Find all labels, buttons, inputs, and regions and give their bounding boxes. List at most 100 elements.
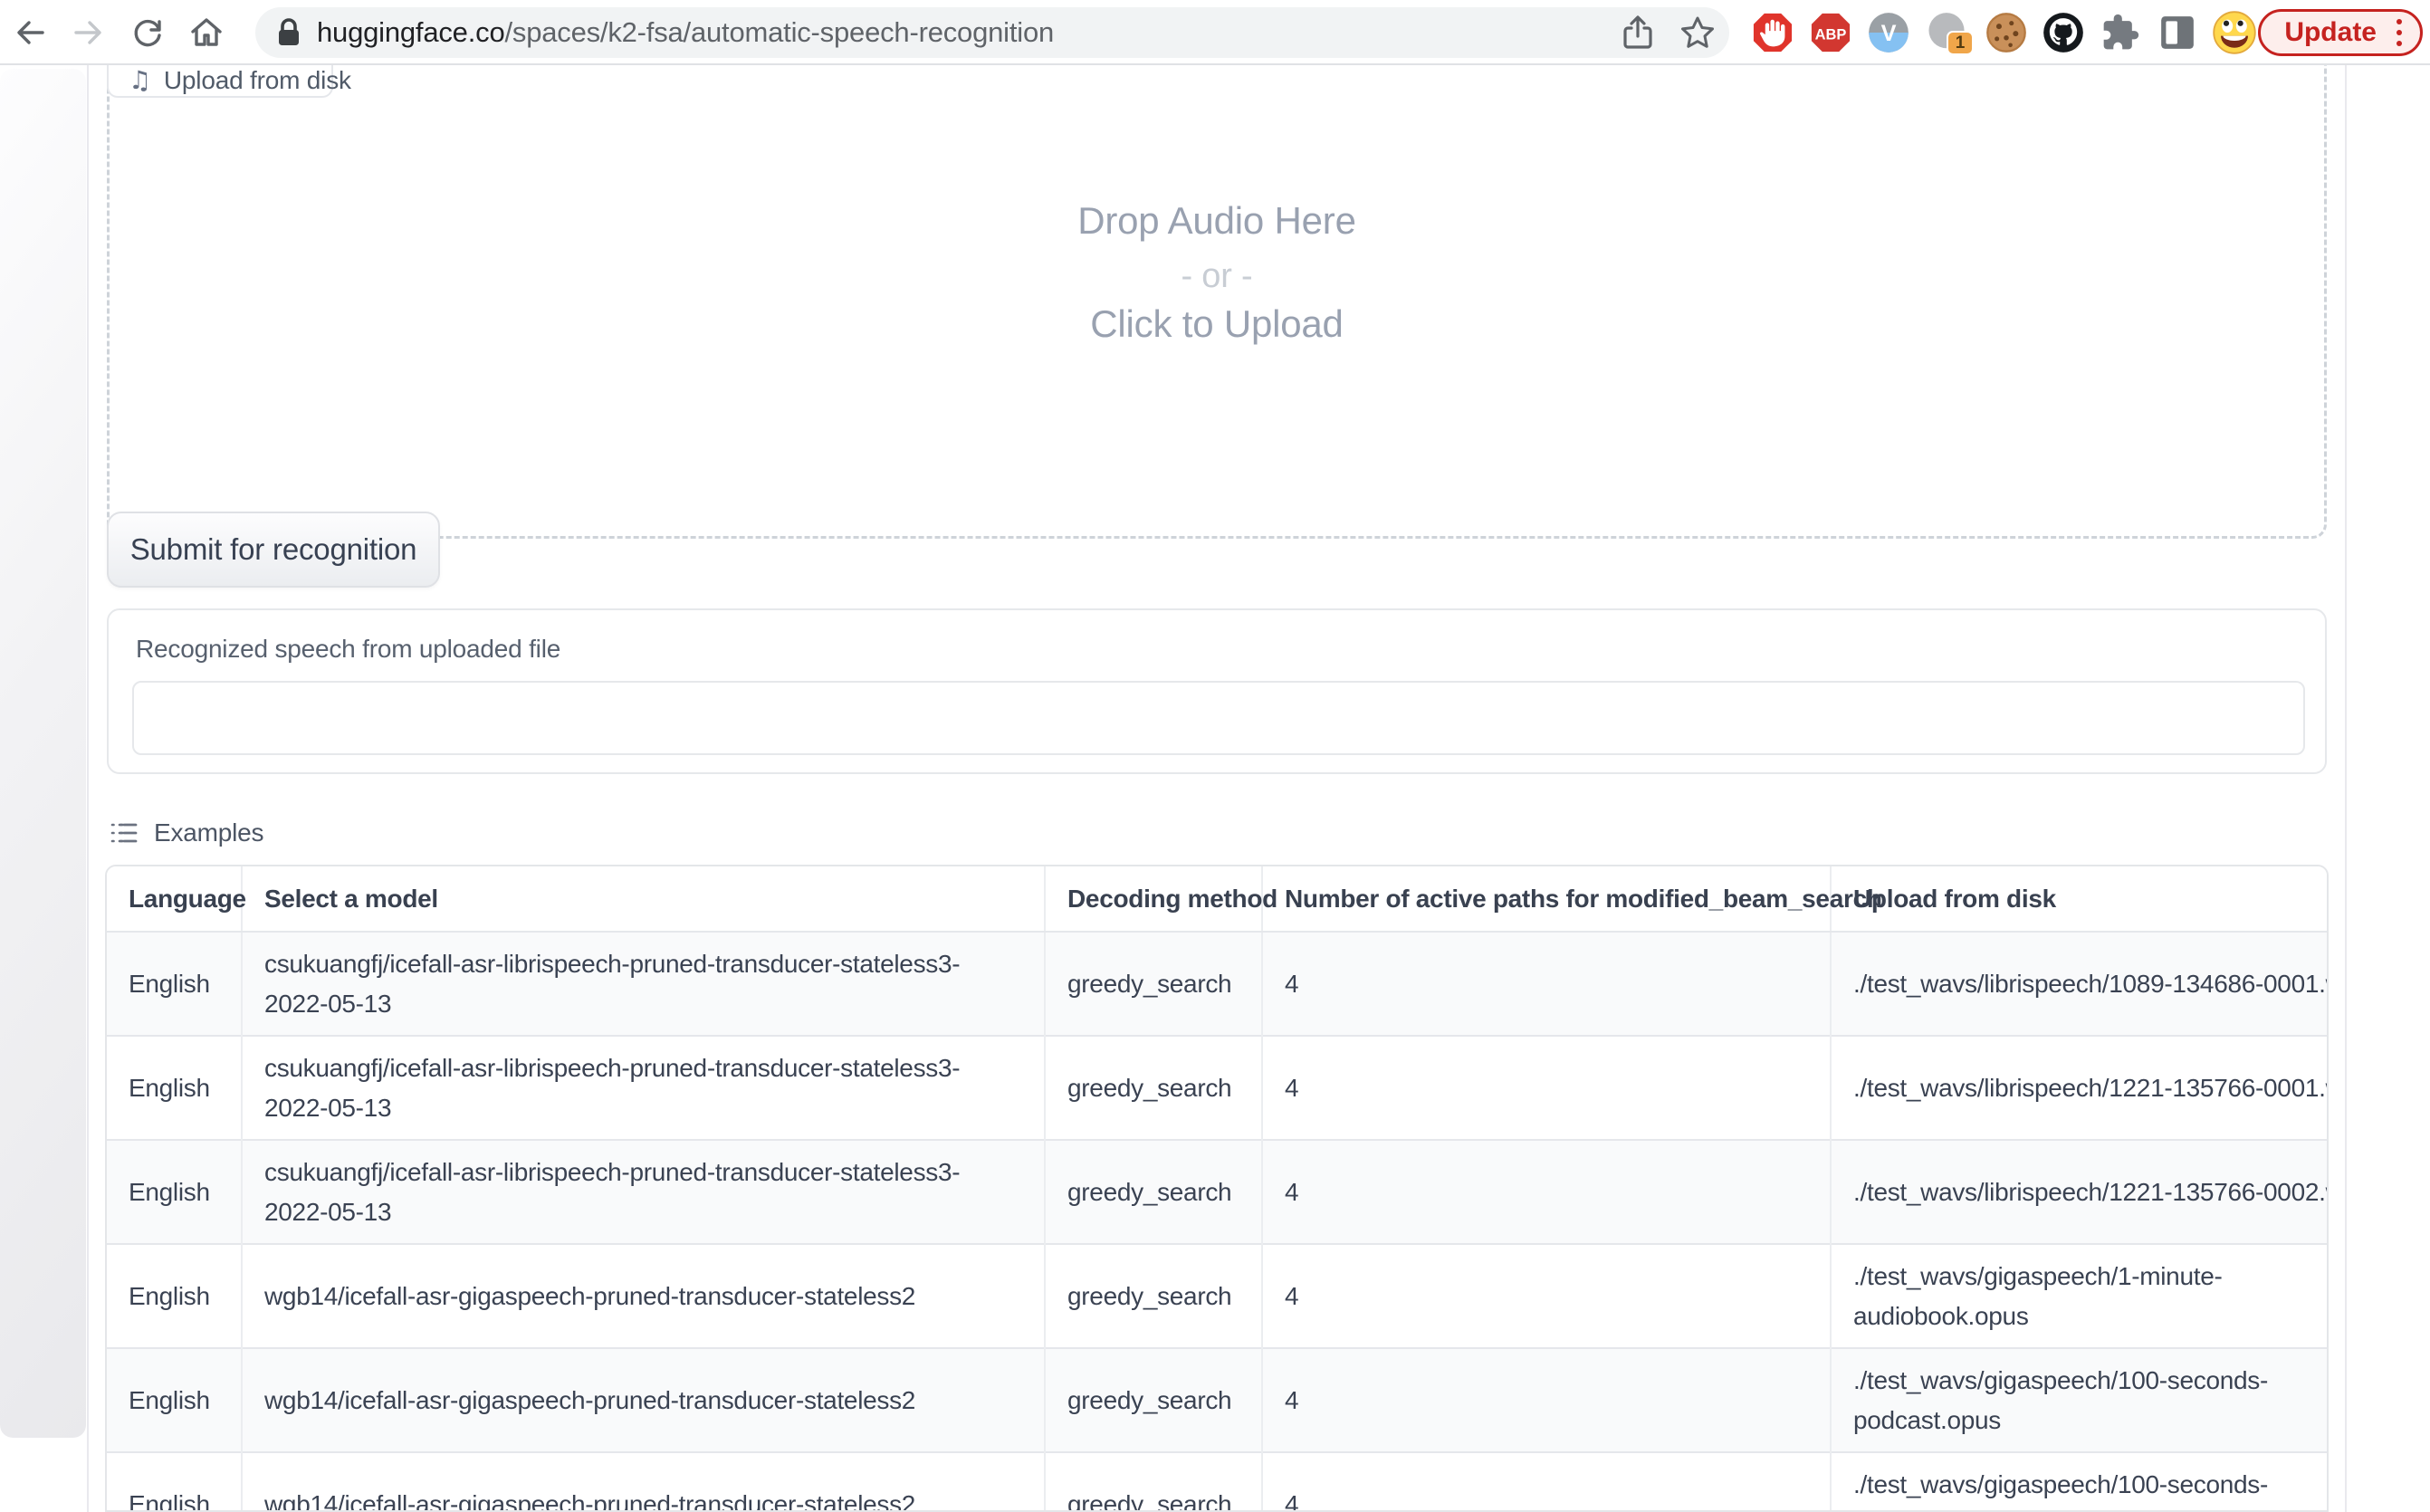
- cell-decoding: greedy_search: [1045, 1348, 1262, 1452]
- example-row[interactable]: English csukuangfj/icefall-asr-librispee…: [107, 1140, 2329, 1244]
- v-label: V: [1881, 21, 1897, 46]
- cell-paths: 4: [1262, 1348, 1831, 1452]
- v-extension-icon: V: [1868, 12, 1909, 53]
- gray-extension-button[interactable]: 1: [1925, 11, 1968, 54]
- click-to-upload-text[interactable]: Click to Upload: [107, 302, 2327, 346]
- cell-file: ./test_wavs/gigaspeech/100-seconds-podca…: [1831, 1348, 2329, 1452]
- url-path: /spaces/k2-fsa/automatic-speech-recognit…: [504, 16, 1054, 48]
- cell-decoding: greedy_search: [1045, 1036, 1262, 1140]
- examples-label: Examples: [154, 818, 263, 847]
- share-icon: [1621, 14, 1655, 51]
- cell-model: wgb14/icefall-asr-gigaspeech-pruned-tran…: [242, 1244, 1045, 1348]
- browser-menu-icon[interactable]: [2393, 15, 2406, 50]
- extensions-menu-button[interactable]: [2099, 11, 2142, 54]
- example-row[interactable]: English wgb14/icefall-asr-gigaspeech-pru…: [107, 1244, 2329, 1348]
- col-upload-from-disk: Upload from disk: [1831, 866, 2329, 932]
- cell-file: ./test_wavs/librispeech/1089-134686-0001…: [1831, 932, 2329, 1036]
- recognized-speech-textbox[interactable]: [132, 681, 2305, 755]
- examples-header: Examples: [110, 818, 263, 847]
- cell-language: English: [107, 1140, 242, 1244]
- abp-label: ABP: [1815, 27, 1847, 43]
- adblock-extension-button[interactable]: [1751, 11, 1794, 54]
- abp-extension-button[interactable]: ABP: [1809, 11, 1852, 54]
- v-extension-button[interactable]: V: [1867, 11, 1910, 54]
- cell-file: ./test_wavs/librispeech/1221-135766-0002…: [1831, 1140, 2329, 1244]
- cell-language: English: [107, 1348, 242, 1452]
- music-note-icon: ♫: [129, 68, 151, 93]
- cell-decoding: greedy_search: [1045, 1140, 1262, 1244]
- bookmark-button[interactable]: [1679, 14, 1717, 51]
- col-active-paths: Number of active paths for modified_beam…: [1262, 866, 1831, 932]
- browser-window: huggingface.co/spaces/k2-fsa/automatic-s…: [0, 0, 2430, 1512]
- github-extension-button[interactable]: [2042, 11, 2085, 54]
- back-icon: [12, 14, 48, 51]
- share-button[interactable]: [1621, 14, 1655, 51]
- cell-model: wgb14/icefall-asr-gigaspeech-pruned-tran…: [242, 1452, 1045, 1512]
- left-gutter: [0, 69, 86, 1438]
- example-row[interactable]: English wgb14/icefall-asr-gigaspeech-pru…: [107, 1348, 2329, 1452]
- cell-paths: 4: [1262, 1036, 1831, 1140]
- submit-button[interactable]: Submit for recognition: [107, 512, 440, 588]
- abp-icon: ABP: [1810, 12, 1851, 53]
- examples-table: Language Select a model Decoding method …: [107, 866, 2329, 1512]
- bookmark-star-icon: [1679, 14, 1717, 51]
- cell-decoding: greedy_search: [1045, 1452, 1262, 1512]
- cell-model: wgb14/icefall-asr-gigaspeech-pruned-tran…: [242, 1348, 1045, 1452]
- col-decoding-method: Decoding method: [1045, 866, 1262, 932]
- back-button[interactable]: [10, 13, 50, 53]
- output-group: Recognized speech from uploaded file: [107, 608, 2327, 774]
- examples-list-icon: [110, 819, 138, 847]
- cell-model: csukuangfj/icefall-asr-librispeech-prune…: [242, 932, 1045, 1036]
- forward-button[interactable]: [69, 13, 109, 53]
- output-label: Recognized speech from uploaded file: [136, 635, 560, 664]
- app-right-border: [2345, 65, 2347, 1512]
- col-select-model: Select a model: [242, 866, 1045, 932]
- forward-icon: [71, 14, 107, 51]
- cell-language: English: [107, 1452, 242, 1512]
- table-header-row: Language Select a model Decoding method …: [107, 866, 2329, 932]
- cell-paths: 4: [1262, 1244, 1831, 1348]
- extension-badge: 1: [1947, 31, 1974, 55]
- home-button[interactable]: [187, 13, 226, 53]
- puzzle-icon: [2100, 13, 2140, 53]
- cell-decoding: greedy_search: [1045, 1244, 1262, 1348]
- cell-decoding: greedy_search: [1045, 932, 1262, 1036]
- cell-model: csukuangfj/icefall-asr-librispeech-prune…: [242, 1140, 1045, 1244]
- app-left-border: [87, 65, 89, 1512]
- home-icon: [188, 14, 225, 51]
- cell-language: English: [107, 932, 242, 1036]
- cell-language: English: [107, 1036, 242, 1140]
- space-page: ♫ Upload from disk Drop Audio Here - or …: [0, 65, 2430, 1512]
- chrome-update-button[interactable]: Update: [2258, 9, 2423, 56]
- col-language: Language: [107, 866, 242, 932]
- url-text: huggingface.co/spaces/k2-fsa/automatic-s…: [317, 16, 1054, 49]
- profile-avatar[interactable]: [2213, 11, 2256, 54]
- cookie-icon: [1985, 12, 2027, 53]
- examples-table-wrap: Language Select a model Decoding method …: [105, 865, 2329, 1512]
- adblock-icon: [1752, 12, 1794, 53]
- cell-file: ./test_wavs/gigaspeech/1-minute-audioboo…: [1831, 1244, 2329, 1348]
- address-bar[interactable]: huggingface.co/spaces/k2-fsa/automatic-s…: [255, 7, 1729, 58]
- side-panel-button[interactable]: [2156, 11, 2199, 54]
- update-label: Update: [2284, 17, 2377, 48]
- upload-tab-label: Upload from disk: [164, 66, 351, 95]
- avatar-smiley-icon: [2213, 11, 2256, 54]
- cell-model: csukuangfj/icefall-asr-librispeech-prune…: [242, 1036, 1045, 1140]
- example-row[interactable]: English csukuangfj/icefall-asr-librispee…: [107, 1036, 2329, 1140]
- cell-language: English: [107, 1244, 242, 1348]
- panel-toggle-icon: [2158, 14, 2196, 52]
- tab-upload-from-disk[interactable]: ♫ Upload from disk: [107, 65, 333, 98]
- example-row[interactable]: English csukuangfj/icefall-asr-librispee…: [107, 932, 2329, 1036]
- or-text: - or -: [107, 257, 2327, 296]
- lock-icon: [275, 17, 302, 48]
- github-icon: [2043, 12, 2084, 53]
- cookie-extension-button[interactable]: [1985, 11, 2028, 54]
- example-row[interactable]: English wgb14/icefall-asr-gigaspeech-pru…: [107, 1452, 2329, 1512]
- cell-file: ./test_wavs/gigaspeech/100-seconds-podca…: [1831, 1452, 2329, 1512]
- cell-paths: 4: [1262, 932, 1831, 1036]
- url-host: huggingface.co: [317, 16, 504, 48]
- browser-toolbar: huggingface.co/spaces/k2-fsa/automatic-s…: [0, 0, 2430, 65]
- reload-button[interactable]: [128, 13, 167, 53]
- cell-paths: 4: [1262, 1140, 1831, 1244]
- drop-audio-text: Drop Audio Here: [107, 199, 2327, 243]
